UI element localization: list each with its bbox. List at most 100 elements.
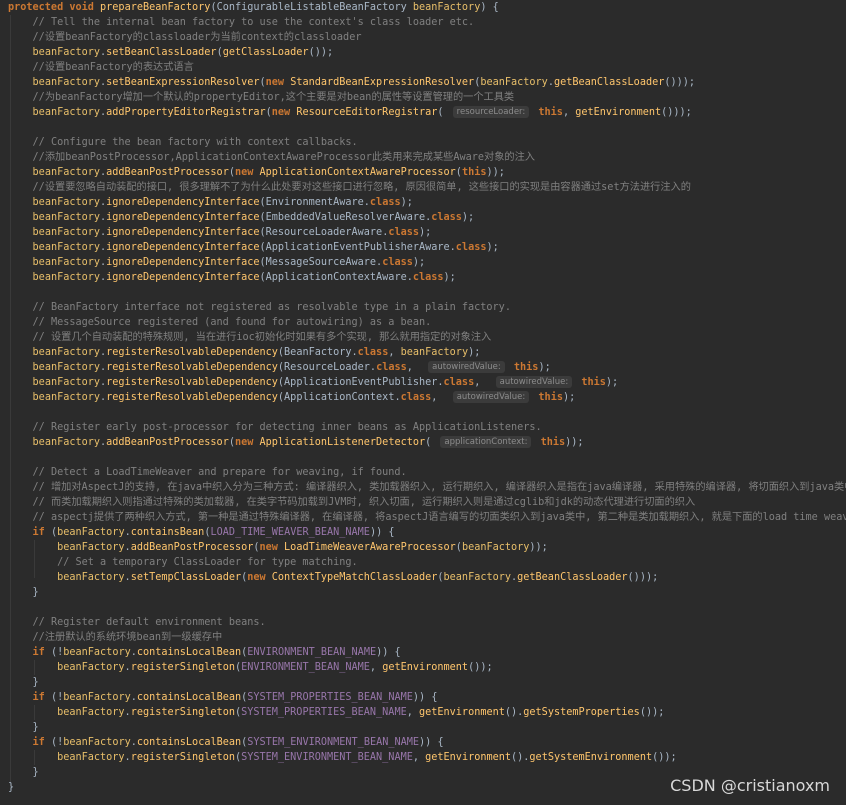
code-punctuation xyxy=(8,92,33,103)
code-identifier: BeanFactory xyxy=(284,347,352,358)
parameter-hint: autowiredValue: xyxy=(428,361,505,373)
code-keyword: class xyxy=(376,362,407,373)
code-punctuation xyxy=(8,137,33,148)
code-punctuation: { xyxy=(431,692,438,703)
code-method: containsLocalBean xyxy=(136,647,242,658)
code-identifier: beanFactory xyxy=(400,347,469,358)
code-identifier: beanFactory xyxy=(480,77,548,88)
code-line: beanFactory.ignoreDependencyInterface(Ap… xyxy=(8,270,456,285)
code-punctuation xyxy=(8,662,57,673)
code-line: beanFactory.registerResolvableDependency… xyxy=(8,375,618,390)
code-punctuation: { xyxy=(437,737,444,748)
code-punctuation xyxy=(8,167,33,178)
code-punctuation: ()); xyxy=(639,707,665,718)
code-method: addBeanPostProcessor xyxy=(130,542,254,553)
code-identifier: beanFactory xyxy=(412,2,481,13)
code-identifier: beanFactory xyxy=(32,212,101,223)
code-punctuation xyxy=(8,767,33,778)
code-punctuation xyxy=(8,347,33,358)
code-line: if (!beanFactory.containsLocalBean(ENVIR… xyxy=(8,645,401,660)
code-punctuation: (! xyxy=(50,692,64,703)
code-comment: // 增加对AspectJ的支持, 在java中织入分为三种方式: 编译器织入,… xyxy=(32,482,846,493)
code-comment: // Set a temporary ClassLoader for type … xyxy=(57,557,358,568)
code-line: //为beanFactory增加一个默认的propertyEditor,这个主要… xyxy=(8,90,515,105)
code-comment: // BeanFactory interface not registered … xyxy=(32,302,511,313)
code-punctuation: )); xyxy=(565,437,584,448)
code-punctuation: ); xyxy=(538,362,551,373)
code-punctuation: ); xyxy=(468,347,481,358)
code-method: ignoreDependencyInterface xyxy=(106,257,260,268)
code-editor[interactable]: protected void prepareBeanFactory(Config… xyxy=(0,0,846,805)
code-identifier: beanFactory xyxy=(32,347,101,358)
code-keyword: this xyxy=(538,107,563,118)
parameter-hint: resourceLoader: xyxy=(452,106,530,118)
code-method: addBeanPostProcessor xyxy=(106,437,229,448)
code-punctuation xyxy=(8,332,33,343)
code-line: if (beanFactory.containsBean(LOAD_TIME_W… xyxy=(8,525,395,540)
code-punctuation: ); xyxy=(605,377,619,388)
code-method: setBeanExpressionResolver xyxy=(106,77,260,88)
code-method: getSystemProperties xyxy=(523,707,640,718)
code-keyword: void xyxy=(69,2,94,13)
code-identifier: beanFactory xyxy=(32,47,101,58)
code-comment: //注册默认的系统环境bean到一级缓存中 xyxy=(32,632,223,643)
code-method: ContextTypeMatchClassLoader xyxy=(271,572,438,583)
code-punctuation xyxy=(8,437,33,448)
code-punctuation xyxy=(8,242,33,253)
code-line: // 增加对AspectJ的支持, 在java中织入分为三种方式: 编译器织入,… xyxy=(8,480,846,495)
code-method: getSystemEnvironment xyxy=(529,752,653,763)
code-keyword: if xyxy=(32,647,45,658)
code-identifier: beanFactory xyxy=(32,377,101,388)
code-punctuation: )) xyxy=(419,737,432,748)
code-constant: SYSTEM_PROPERTIES_BEAN_NAME xyxy=(247,692,413,703)
code-comment: // Register early post-processor for det… xyxy=(32,422,542,433)
code-method: ApplicationListenerDetector xyxy=(259,437,426,448)
code-identifier: beanFactory xyxy=(32,77,101,88)
code-line: beanFactory.addBeanPostProcessor(new App… xyxy=(8,165,505,180)
code-keyword: class xyxy=(431,212,462,223)
code-method: LoadTimeWeaverAwareProcessor xyxy=(284,542,456,553)
code-identifier: beanFactory xyxy=(57,527,125,538)
code-identifier: beanFactory xyxy=(32,257,101,268)
code-line: // 设置几个自动装配的特殊规则, 当在进行ioc初始化时如果有多个实现, 那么… xyxy=(8,330,492,345)
code-identifier: beanFactory xyxy=(57,662,125,673)
code-keyword: class xyxy=(388,227,419,238)
code-punctuation: )) xyxy=(376,647,389,658)
code-punctuation: ()); xyxy=(308,47,334,58)
code-identifier: ResourceLoaderAware xyxy=(265,227,383,238)
code-punctuation: { xyxy=(388,527,395,538)
code-line: //添加beanPostProcessor,ApplicationContext… xyxy=(8,150,535,165)
code-comment: //设置beanFactory的表达式语言 xyxy=(32,62,194,73)
code-punctuation xyxy=(8,107,33,118)
code-line: beanFactory.ignoreDependencyInterface(En… xyxy=(8,195,413,210)
code-line: beanFactory.addPropertyEditorRegistrar(n… xyxy=(8,105,692,120)
code-constant: SYSTEM_ENVIRONMENT_BEAN_NAME xyxy=(247,737,420,748)
code-line: // Tell the internal bean factory to use… xyxy=(8,15,475,30)
code-punctuation: )) xyxy=(369,527,383,538)
code-method: setBeanClassLoader xyxy=(106,47,217,58)
code-comment: //添加beanPostProcessor,ApplicationContext… xyxy=(32,152,535,163)
code-punctuation: ())); xyxy=(661,107,692,118)
code-punctuation: (). xyxy=(511,752,530,763)
code-punctuation: )); xyxy=(486,167,505,178)
code-comment: // Configure the bean factory with conte… xyxy=(32,137,358,148)
code-keyword: new xyxy=(259,542,278,553)
code-punctuation: } xyxy=(32,677,39,688)
code-identifier: EnvironmentAware xyxy=(265,197,364,208)
code-punctuation: { xyxy=(492,2,499,13)
code-punctuation xyxy=(8,482,33,493)
code-punctuation: } xyxy=(32,722,39,733)
code-identifier: ApplicationContextAware xyxy=(265,272,407,283)
code-keyword: this xyxy=(513,362,539,373)
code-line: beanFactory.ignoreDependencyInterface(Ap… xyxy=(8,240,499,255)
code-punctuation: ); xyxy=(412,257,426,268)
code-punctuation xyxy=(8,272,33,283)
code-line: } xyxy=(8,780,14,795)
code-punctuation: } xyxy=(8,782,15,793)
code-keyword: this xyxy=(538,392,563,403)
code-punctuation xyxy=(8,422,33,433)
code-punctuation xyxy=(8,62,33,73)
code-line: beanFactory.registerResolvableDependency… xyxy=(8,345,481,360)
code-method: ResourceEditorRegistrar xyxy=(296,107,438,118)
code-punctuation xyxy=(413,362,425,373)
